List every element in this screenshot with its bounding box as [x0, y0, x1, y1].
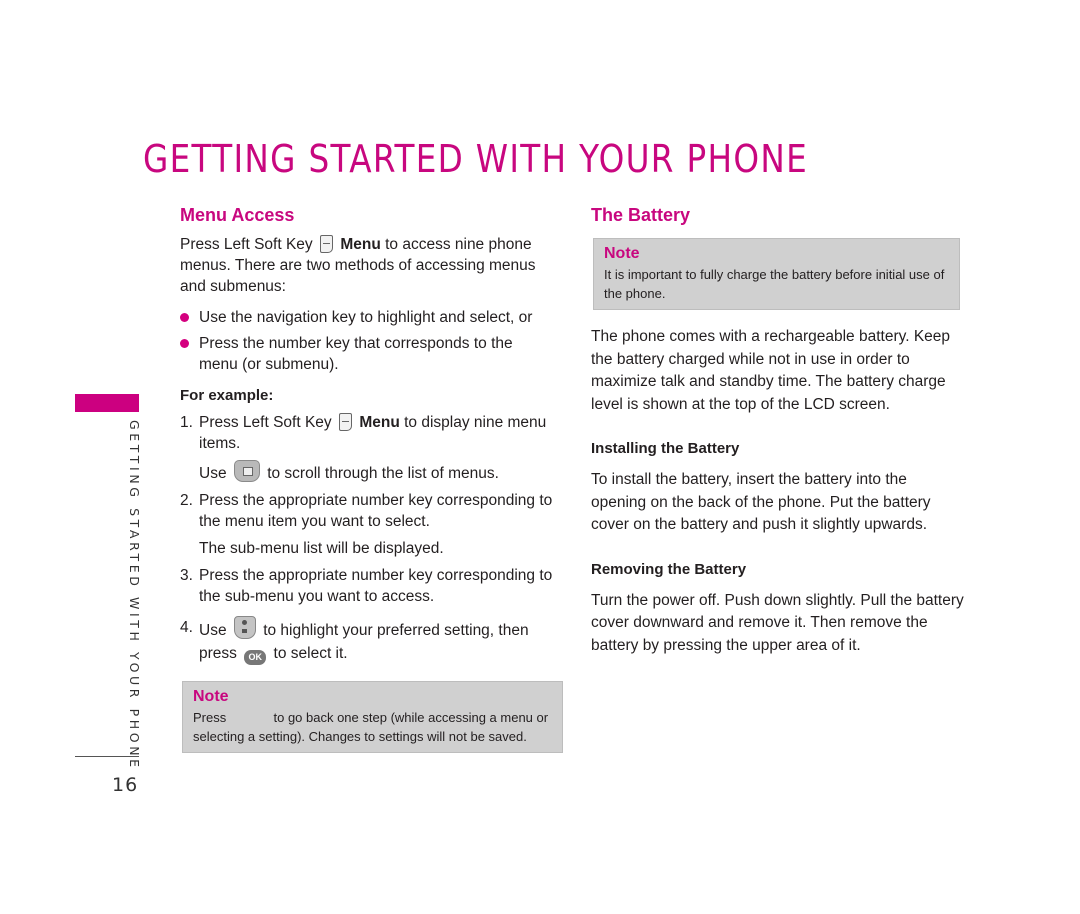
- step-number: 4.: [180, 619, 193, 636]
- bullet-icon: [180, 339, 189, 348]
- note-text: Press to go back one step (while accessi…: [193, 708, 552, 746]
- menu-label: Menu: [340, 236, 381, 253]
- battery-heading: The Battery: [591, 205, 691, 225]
- step-extra: The sub-menu list will be displayed.: [199, 540, 444, 557]
- step-text: Press the appropriate number key corresp…: [199, 492, 553, 530]
- step-number: 2.: [180, 492, 193, 509]
- note-title: Note: [193, 688, 229, 705]
- note-text-before: Press: [193, 710, 227, 725]
- bullet-text: Use the navigation key to highlight and …: [199, 309, 533, 326]
- step-text: Use: [199, 465, 227, 482]
- step-number: 3.: [180, 567, 193, 584]
- menu-access-heading: Menu Access: [180, 205, 295, 225]
- left-soft-key-icon: [339, 413, 352, 431]
- list-item: Press the number key that corresponds to…: [180, 333, 555, 375]
- menu-access-section: Menu Access Press Left Soft Key Menu to …: [180, 202, 563, 753]
- note-text-after: to go back one step (while accessing a m…: [193, 710, 549, 744]
- bullet-icon: [180, 313, 189, 322]
- step-text: to select it.: [273, 645, 348, 662]
- menu-access-intro: Press Left Soft Key Menu to access nine …: [180, 234, 555, 297]
- note-title: Note: [604, 245, 640, 262]
- step-item: 4. Use to highlight your preferred setti…: [180, 616, 555, 665]
- removing-text: Turn the power off. Push down slightly. …: [591, 591, 964, 654]
- removing-heading: Removing the Battery: [591, 560, 747, 578]
- step-item: 3. Press the appropriate number key corr…: [180, 565, 555, 607]
- menu-label: Menu: [359, 414, 400, 431]
- step-item: 1. Press Left Soft Key Menu to display n…: [180, 412, 555, 484]
- battery-intro: The phone comes with a rechargeable batt…: [591, 328, 951, 413]
- side-tab-marker: [75, 394, 139, 412]
- list-item: Use the navigation key to highlight and …: [180, 307, 555, 328]
- example-label: For example:: [180, 387, 274, 404]
- installing-text: To install the battery, insert the batte…: [591, 471, 931, 533]
- step-text: to scroll through the list of menus.: [267, 465, 499, 482]
- step-extra: Use to scroll through the list of menus.: [199, 460, 555, 484]
- page-title: GETTING STARTED WITH YOUR PHONE: [143, 137, 809, 182]
- left-soft-key-icon: [320, 235, 333, 253]
- bullet-text: Press the number key that corresponds to…: [199, 335, 513, 373]
- battery-note-box: Note It is important to fully charge the…: [593, 238, 960, 310]
- step-text: Press the appropriate number key corresp…: [199, 567, 553, 605]
- intro-text-before: Press Left Soft Key: [180, 236, 313, 253]
- side-divider: [75, 756, 139, 757]
- method-list: Use the navigation key to highlight and …: [180, 307, 555, 375]
- battery-section: The Battery Note It is important to full…: [591, 202, 966, 657]
- up-down-key-icon: [233, 616, 256, 639]
- note-text: It is important to fully charge the batt…: [604, 267, 945, 301]
- installing-heading: Installing the Battery: [591, 440, 740, 457]
- step-text: Use: [199, 622, 227, 639]
- steps-list: 1. Press Left Soft Key Menu to display n…: [180, 412, 555, 665]
- step-number: 1.: [180, 414, 193, 431]
- step-item: 2. Press the appropriate number key corr…: [180, 490, 555, 559]
- side-section-label: GETTING STARTED WITH YOUR PHONE: [127, 420, 142, 771]
- navigation-key-icon: [233, 460, 260, 482]
- page-number: 16: [112, 774, 139, 796]
- ok-key-icon: OK: [244, 650, 267, 665]
- step-text: Press Left Soft Key: [199, 414, 332, 431]
- menu-note-box: Note Press to go back one step (while ac…: [182, 681, 563, 753]
